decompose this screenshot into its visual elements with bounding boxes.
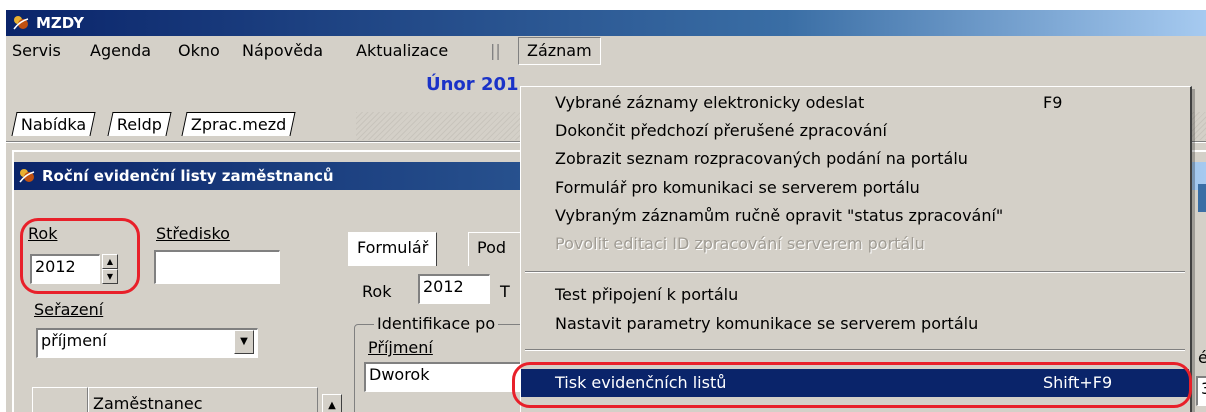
menu-item-dokoncit[interactable]: Dokončit předchozí přerušené zpracování [521,117,1189,145]
form-rok-label: Rok [362,282,392,301]
serazeni-dropdown-button[interactable]: ▼ [234,330,254,354]
identifikace-group-label: Identifikace po [374,314,499,333]
tab-reldp[interactable]: Reldp [107,112,172,136]
menu-item-opravit-status[interactable]: Vybraným záznamům ručně opravit "status … [521,202,1189,230]
grid-scroll-up-button[interactable]: ▲ [322,394,342,412]
tab-nabidka[interactable]: Nabídka [11,112,96,136]
menu-item-povolit-editaci: Povolit editaci ID zpracování serverem p… [521,230,1189,258]
tab-pod[interactable]: Pod [468,232,524,266]
inner-window-title: Roční evidenční listy zaměstnanců [42,167,334,185]
menu-item-zobrazit-seznam[interactable]: Zobrazit seznam rozpracovaných podání na… [521,145,1189,173]
menu-item-label: Nastavit parametry komunikace se servere… [555,314,979,333]
grid-column-header-zamestnanec[interactable]: Zaměstnanec [88,387,318,412]
menu-aktualizace[interactable]: Aktualizace [354,41,450,60]
highlight-annotation-tisk [512,362,1192,408]
tab-nabidka-label: Nabídka [20,115,87,134]
menu-separator: || [490,41,501,60]
inner-window-icon [18,168,36,184]
menu-item-label: Test připojení k portálu [555,285,739,304]
menu-item-shortcut: F9 [1043,93,1063,112]
serazeni-label: Seřazení [34,300,104,319]
menu-item-label: Vybraným záznamům ručně opravit "status … [555,206,1004,225]
right-window-edge [1198,184,1206,212]
menu-separator-line [525,349,1185,351]
right-peek-label: é [1198,348,1206,367]
menu-item-test-pripojeni[interactable]: Test připojení k portálu [521,281,1189,309]
menu-item-label: Formulář pro komunikaci se serverem port… [555,178,920,197]
menu-bar: Servis Agenda Okno Nápověda Aktualizace … [6,36,1206,66]
app-icon [12,15,30,31]
right-peek-field[interactable]: 3 [1196,376,1206,406]
menu-item-label: Vybrané záznamy elektronicky odeslat [555,93,865,112]
menu-okno[interactable]: Okno [176,41,222,60]
title-bar[interactable]: MZDY [6,10,1206,36]
form-rok-input[interactable]: 2012 [418,274,490,304]
highlight-annotation-rok [20,218,140,294]
form-rok-suffix: T [500,282,510,301]
menu-separator-line [525,271,1185,273]
period-title: Únor 201 [426,74,519,95]
menu-agenda[interactable]: Agenda [88,41,153,60]
menu-zaznam[interactable]: Záznam [518,37,601,65]
menu-item-label: Povolit editaci ID zpracování serverem p… [555,234,925,253]
tab-zprac-mezd[interactable]: Zprac.mezd [181,112,296,136]
menu-item-label: Dokončit předchozí přerušené zpracování [555,121,887,140]
tab-zprac-mezd-label: Zprac.mezd [190,115,287,134]
serazeni-select[interactable]: příjmení [36,328,258,358]
menu-item-odeslat[interactable]: Vybrané záznamy elektronicky odeslat F9 [521,89,1189,117]
tab-formular[interactable]: Formulář [348,232,438,266]
prijmeni-input[interactable]: Dworok [364,362,530,392]
prijmeni-label: Příjmení [368,338,433,357]
menu-servis[interactable]: Servis [10,41,63,60]
menu-item-label: Zobrazit seznam rozpracovaných podání na… [555,149,968,168]
tab-reldp-label: Reldp [116,115,162,134]
stredisko-input[interactable] [154,250,280,284]
menu-napoveda[interactable]: Nápověda [240,41,325,60]
menu-item-formular-komunikace[interactable]: Formulář pro komunikaci se serverem port… [521,174,1189,202]
grid-header-corner [32,387,88,412]
window-title: MZDY [36,14,85,32]
menu-item-nastavit-parametry[interactable]: Nastavit parametry komunikace se servere… [521,310,1189,338]
stredisko-label: Středisko [156,224,230,243]
